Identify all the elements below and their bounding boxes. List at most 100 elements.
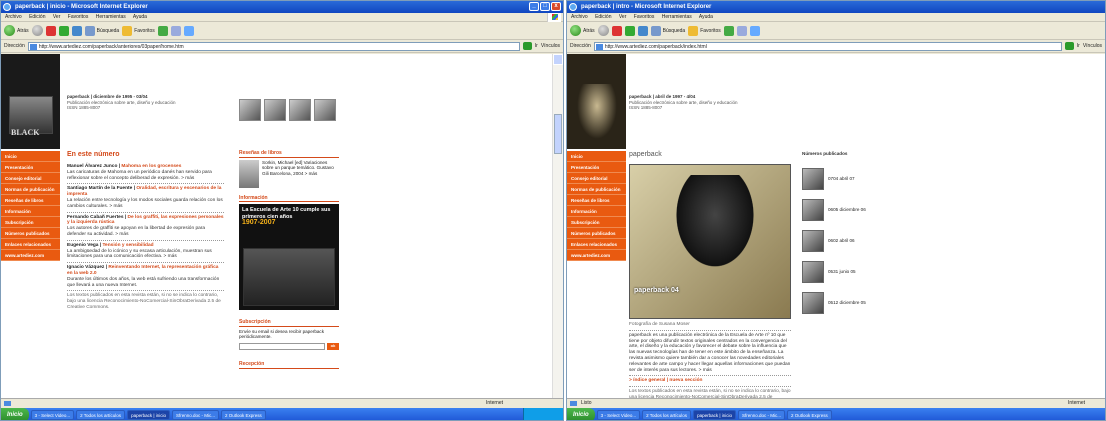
sidebar-item[interactable]: Enlaces relacionados [1, 239, 60, 250]
maximize-button[interactable]: □ [540, 2, 550, 11]
go-icon[interactable] [522, 42, 532, 50]
header-line1: paperback | abril de 1997 - 4/04 [629, 94, 696, 99]
menu-favoritos[interactable]: Favoritos [68, 14, 89, 20]
sidebar-item[interactable]: Subscripción [1, 217, 60, 228]
subscribe-button[interactable]: ok [327, 342, 339, 350]
refresh-icon[interactable] [624, 25, 635, 36]
thumbnail[interactable] [239, 99, 261, 121]
menu-herramientas[interactable]: Herramientas [662, 14, 692, 20]
taskbar-item[interactable]: 3 - Select Video... [30, 410, 75, 420]
mail-icon[interactable] [736, 25, 747, 36]
minimize-button[interactable]: _ [529, 2, 539, 11]
taskbar-item[interactable]: 2 Todos los artículos [76, 410, 126, 420]
favorites-button[interactable]: Favoritos [688, 25, 721, 36]
taskbar-item[interactable]: 2 Todos los artículos [642, 410, 692, 420]
sidebar-item[interactable]: Enlaces relacionados [567, 239, 626, 250]
issue-item[interactable]: 0531 junio 05 [802, 256, 866, 287]
close-button[interactable]: x [551, 2, 561, 11]
menu-favoritos[interactable]: Favoritos [634, 14, 655, 20]
taskbar-item[interactable]: paperback | inicio [127, 410, 171, 420]
taskbar-item[interactable]: 2 Outlook Express [787, 410, 832, 420]
anniversary-banner[interactable]: La Escuela de Arte 10 cumple sus primero… [239, 204, 339, 311]
page-content: paperback | abril de 1997 - 4/04 Publica… [567, 54, 1105, 398]
taskbar-item[interactable]: 3 - Select Video... [596, 410, 641, 420]
links-label[interactable]: Vínculos [1083, 43, 1102, 49]
menu-ver[interactable]: Ver [53, 14, 61, 20]
sidebar-item[interactable]: Normas de publicación [1, 184, 60, 195]
history-icon[interactable] [157, 25, 168, 36]
sidebar-item[interactable]: Números publicados [1, 228, 60, 239]
menu-edicion[interactable]: Edición [29, 14, 45, 20]
sidebar-item[interactable]: Presentación [1, 162, 60, 173]
issue-item[interactable]: 0602 abril 06 [802, 225, 866, 256]
links-label[interactable]: Vínculos [541, 43, 560, 49]
issue-item[interactable]: 0605 diciembre 06 [802, 194, 866, 225]
sidebar-item[interactable]: Inicio [1, 151, 60, 162]
title-bar[interactable]: paperback | intro - Microsoft Internet E… [567, 1, 1105, 13]
thumbnail[interactable] [264, 99, 286, 121]
search-button[interactable]: Búsqueda [650, 25, 685, 36]
article-title[interactable]: Mahoma en los grocenses [121, 164, 181, 169]
sidebar-item[interactable]: Inicio [567, 151, 626, 162]
history-icon[interactable] [723, 25, 734, 36]
url-input[interactable]: http://www.artediez.com/paperback/index.… [593, 41, 1062, 51]
menu-edicion[interactable]: Edición [595, 14, 611, 20]
menu-ver[interactable]: Ver [619, 14, 627, 20]
sidebar-item[interactable]: Números publicados [567, 228, 626, 239]
search-button[interactable]: Búsqueda [84, 25, 119, 36]
menu-herramientas[interactable]: Herramientas [96, 14, 126, 20]
favorites-button[interactable]: Favoritos [122, 25, 155, 36]
home-icon[interactable] [637, 25, 648, 36]
cover-image[interactable]: paperback 04 [629, 164, 791, 319]
menu-archivo[interactable]: Archivo [5, 14, 22, 20]
stop-icon[interactable] [611, 25, 622, 36]
refresh-icon[interactable] [58, 25, 69, 36]
sidebar-item[interactable]: Subscripción [567, 217, 626, 228]
sidebar-item[interactable]: www.artediez.com [567, 250, 626, 261]
taskbar-item[interactable]: Sfrenno.doc - Mic... [738, 410, 786, 420]
sidebar-item[interactable]: Consejo editorial [567, 173, 626, 184]
go-label[interactable]: Ir [1077, 43, 1080, 49]
print-icon[interactable] [749, 25, 760, 36]
sidebar-item[interactable]: Información [1, 206, 60, 217]
issue-item[interactable]: 0704 abril 07 [802, 163, 866, 194]
taskbar-item[interactable]: Sfrenno.doc - Mic... [172, 410, 220, 420]
start-button[interactable]: Inicio [1, 408, 29, 420]
sidebar-item[interactable]: Información [567, 206, 626, 217]
menu-ayuda[interactable]: Ayuda [699, 14, 713, 20]
sidebar-item[interactable]: Consejo editorial [1, 173, 60, 184]
sidebar-item[interactable]: Reseñas de libros [567, 195, 626, 206]
thumbnail[interactable] [314, 99, 336, 121]
sidebar-item[interactable]: Normas de publicación [567, 184, 626, 195]
article-author: Manuel Álvarez Junco [67, 164, 118, 169]
sidebar-item[interactable]: Reseñas de libros [1, 195, 60, 206]
book-cover[interactable] [239, 159, 259, 188]
go-label[interactable]: Ir [535, 43, 538, 49]
thumbnail[interactable] [289, 99, 311, 121]
go-icon[interactable] [1064, 42, 1074, 50]
mail-icon[interactable] [170, 25, 181, 36]
home-icon[interactable] [71, 25, 82, 36]
forward-arrow-icon[interactable] [31, 25, 43, 36]
menu-ayuda[interactable]: Ayuda [133, 14, 147, 20]
start-button[interactable]: Inicio [567, 408, 595, 420]
back-button[interactable]: Atrás [4, 25, 29, 36]
sidebar-item[interactable]: www.artediez.com [1, 250, 60, 261]
banner-years: 1907-2007 [242, 219, 276, 227]
sidebar-item[interactable]: Presentación [567, 162, 626, 173]
back-button[interactable]: Atrás [570, 25, 595, 36]
status-bar: Listo Internet [567, 398, 1105, 408]
article-title[interactable]: Tensión y sensibilidad [102, 243, 153, 248]
forward-arrow-icon[interactable] [597, 25, 609, 36]
menu-archivo[interactable]: Archivo [571, 14, 588, 20]
print-icon[interactable] [183, 25, 194, 36]
taskbar-item[interactable]: 2 Outlook Express [221, 410, 266, 420]
stop-icon[interactable] [45, 25, 56, 36]
index-links[interactable]: > índice general | nueva sección [629, 378, 791, 384]
title-bar[interactable]: paperback | inicio - Microsoft Internet … [1, 1, 563, 13]
issue-item[interactable]: 0512 diciembre 05 [802, 287, 866, 318]
taskbar-item[interactable]: paperback | inicio [693, 410, 737, 420]
vertical-scrollbar[interactable] [552, 54, 563, 398]
url-input[interactable]: http://www.artediez.com/paperback/anteri… [27, 41, 520, 51]
email-field[interactable] [239, 342, 325, 350]
